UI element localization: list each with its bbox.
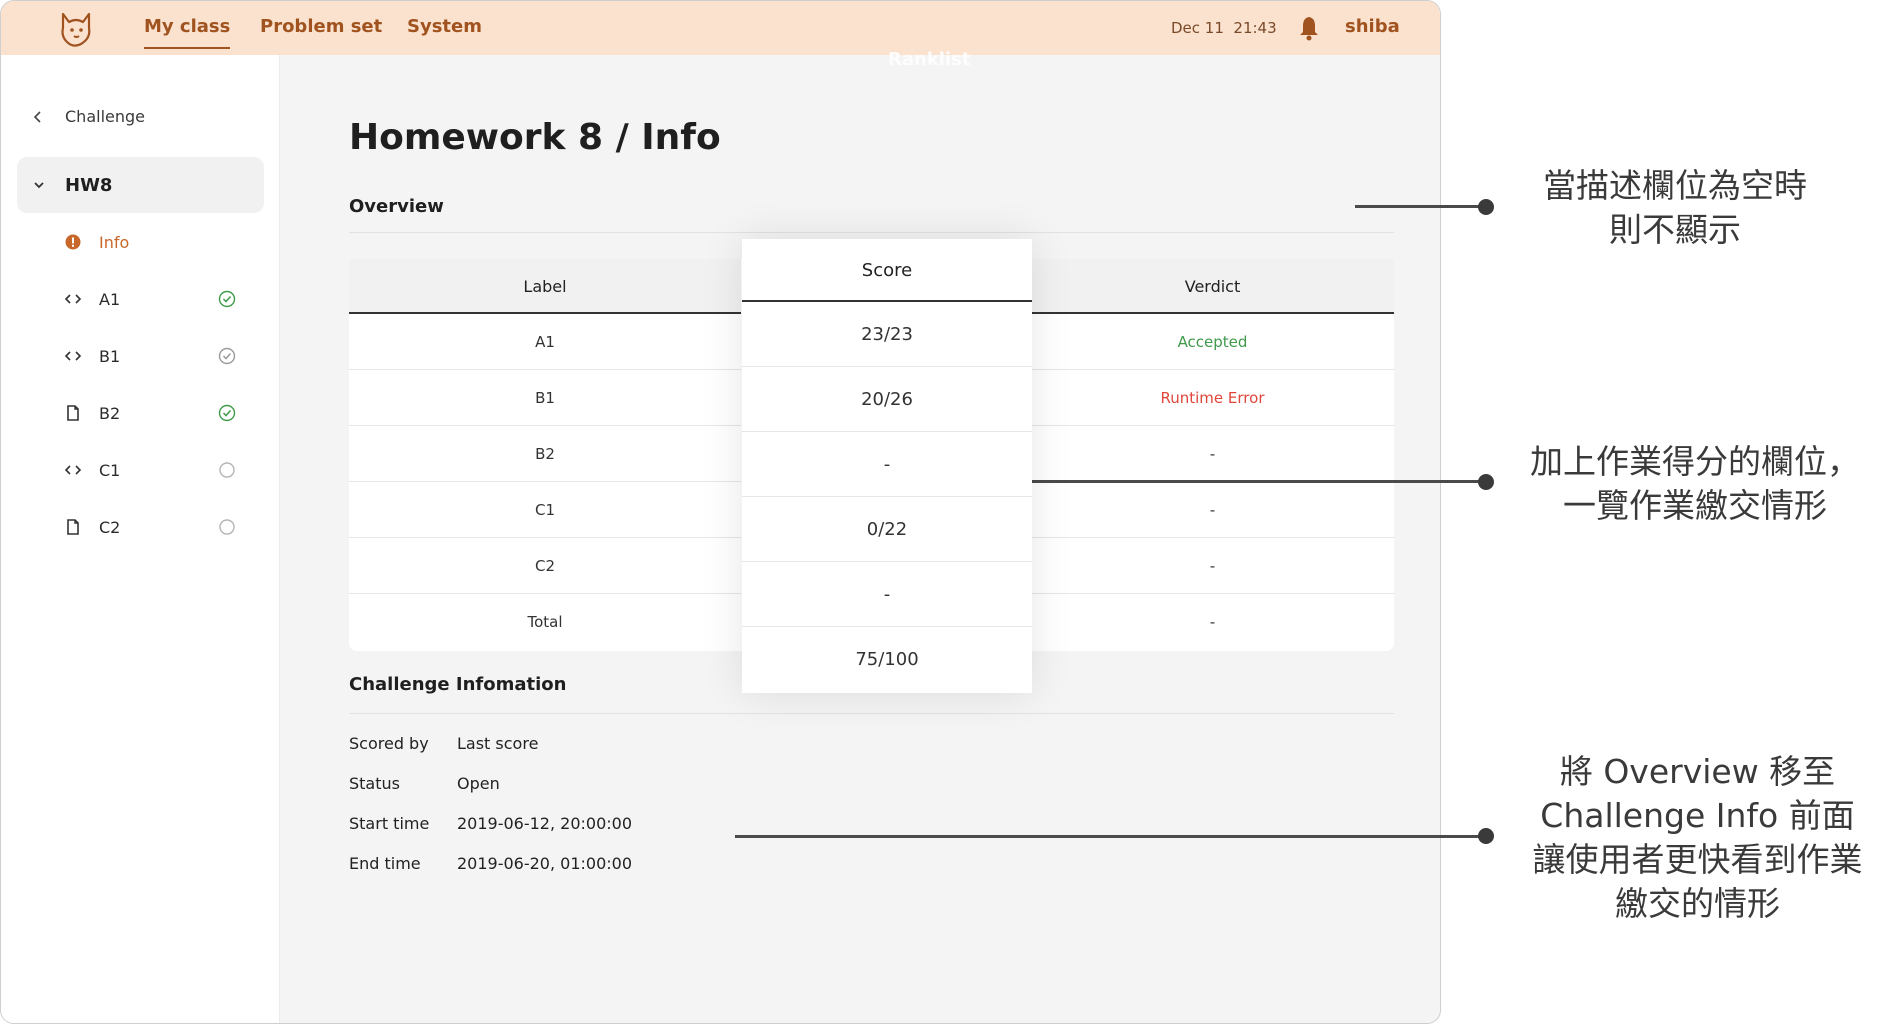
nav-problem-set[interactable]: Problem set <box>260 16 382 37</box>
sidebar-group-label: HW8 <box>65 174 113 196</box>
verdict-runtime-error: Runtime Error <box>1031 370 1394 426</box>
sidebar: Challenge HW8 Info A1 B1 B2 C1 C2 <box>1 55 280 1023</box>
info-key: Status <box>349 774 400 793</box>
annotation-text-1: 當描述欄位為空時 則不顯示 <box>1510 164 1840 252</box>
info-value: Last score <box>457 734 539 753</box>
nav-my-class[interactable]: My class <box>144 16 231 49</box>
info-row-start-time: Start time 2019-06-12, 20:00:00 <box>349 814 632 833</box>
label-column: Label A1 B1 B2 C1 C2 Total <box>349 259 741 650</box>
annotation-line-text: 讓使用者更快看到作業 <box>1532 840 1863 879</box>
bell-icon[interactable] <box>1298 15 1320 41</box>
table-header-score: Score <box>742 239 1032 302</box>
empty-circle-icon <box>219 462 235 478</box>
annotation-line-text: 一覽作業繳交情形 <box>1563 486 1827 525</box>
check-circle-gray-icon <box>218 347 236 365</box>
code-icon <box>63 346 83 366</box>
file-icon <box>63 517 83 537</box>
sidebar-group-hw8[interactable]: HW8 <box>17 157 264 213</box>
sidebar-item-label: C2 <box>99 517 121 537</box>
info-value: 2019-06-20, 01:00:00 <box>457 854 633 873</box>
info-value: Open <box>457 774 500 793</box>
sidebar-item-label: A1 <box>99 289 121 309</box>
info-key: Scored by <box>349 734 429 753</box>
verdict-accepted: Accepted <box>1031 314 1394 370</box>
sidebar-item-b2[interactable]: B2 <box>63 398 243 428</box>
info-key: End time <box>349 854 421 873</box>
username-menu[interactable]: shiba <box>1345 16 1400 37</box>
sidebar-item-label: C1 <box>99 460 121 480</box>
annotation-line-text: 加上作業得分的欄位， <box>1530 442 1860 481</box>
info-key: Start time <box>349 814 430 833</box>
info-value: 2019-06-12, 20:00:00 <box>457 814 633 833</box>
table-cell-verdict: - <box>1031 482 1394 538</box>
check-circle-green-icon <box>218 290 236 308</box>
chevron-left-icon <box>33 110 41 123</box>
table-cell-score: - <box>742 432 1032 497</box>
sidebar-item-b1[interactable]: B1 <box>63 341 243 371</box>
annotation-line <box>1032 480 1485 483</box>
annotation-text-3: 將 Overview 移至 Challenge Info 前面 讓使用者更快看到… <box>1510 750 1885 926</box>
divider <box>349 232 1394 233</box>
annotation-line-text: Challenge Info 前面 <box>1540 796 1855 835</box>
sidebar-item-label: B1 <box>99 346 121 366</box>
table-cell-verdict: - <box>1209 613 1216 631</box>
sidebar-item-a1[interactable]: A1 <box>63 284 243 314</box>
file-icon <box>63 403 83 423</box>
table-header-label: Label <box>349 259 741 314</box>
info-row-end-time: End time 2019-06-20, 01:00:00 <box>349 854 632 873</box>
table-cell-label: C1 <box>349 482 741 538</box>
table-cell-label: C2 <box>349 538 741 594</box>
overview-title: Overview <box>349 196 444 217</box>
annotation-dot <box>1478 828 1494 844</box>
table-cell-score: 23/23 <box>742 302 1032 367</box>
sidebar-item-c1[interactable]: C1 <box>63 455 243 485</box>
annotation-dot <box>1478 199 1494 215</box>
table-cell-label: B1 <box>349 370 741 426</box>
shiba-logo-icon[interactable] <box>55 8 97 50</box>
verdict-column: Verdict Accepted Runtime Error - - - - <box>1031 259 1394 650</box>
table-cell-score: 20/26 <box>742 367 1032 432</box>
current-datetime: Dec 11 21:43 <box>1171 19 1277 37</box>
info-row-status: Status Open <box>349 774 500 793</box>
page-title: Homework 8 / Info <box>349 117 721 158</box>
table-cell-score: 0/22 <box>742 497 1032 562</box>
table-cell-verdict: - <box>1031 426 1394 482</box>
annotation-line <box>735 835 1485 838</box>
code-icon <box>63 289 83 309</box>
challenge-info-title: Challenge Infomation <box>349 674 567 695</box>
annotation-line <box>1355 205 1485 208</box>
annotation-line-text: 將 Overview 移至 <box>1559 752 1836 791</box>
table-cell-label: A1 <box>349 314 741 370</box>
annotation-line-text: 當描述欄位為空時 <box>1543 166 1807 205</box>
info-row-scored-by: Scored by Last score <box>349 734 538 753</box>
info-icon <box>63 232 83 252</box>
sidebar-item-c2[interactable]: C2 <box>63 512 243 542</box>
table-cell-verdict: - <box>1031 538 1394 594</box>
divider <box>349 713 1394 714</box>
table-cell-label: Total <box>527 613 563 631</box>
nav-system[interactable]: System <box>407 16 482 37</box>
annotation-line-text: 繳交的情形 <box>1615 884 1780 923</box>
sidebar-item-info[interactable]: Info <box>63 227 243 257</box>
annotation-line-text: 則不顯示 <box>1609 210 1741 249</box>
score-column-highlight: Score 23/23 20/26 - 0/22 - 75/100 <box>742 239 1032 693</box>
code-icon <box>63 460 83 480</box>
back-link-label: Challenge <box>65 107 145 126</box>
app-window: My class Problem set System Dec 11 21:43… <box>0 0 1441 1024</box>
table-cell-score-total: 75/100 <box>855 649 919 670</box>
check-circle-green-icon <box>218 404 236 422</box>
annotation-dot <box>1478 474 1494 490</box>
table-cell-score: - <box>742 562 1032 627</box>
table-header-verdict: Verdict <box>1031 259 1394 314</box>
sidebar-item-label: B2 <box>99 403 121 423</box>
empty-circle-icon <box>219 519 235 535</box>
chevron-down-icon <box>34 182 44 189</box>
top-nav-bar: My class Problem set System Dec 11 21:43… <box>1 1 1440 55</box>
annotation-text-2: 加上作業得分的欄位， 一覽作業繳交情形 <box>1510 440 1880 528</box>
back-to-challenge-link[interactable]: Challenge <box>33 107 145 126</box>
main-content: Homework 8 / Info Overview Label A1 B1 B… <box>281 55 1440 1023</box>
table-cell-label: B2 <box>349 426 741 482</box>
sidebar-item-label: Info <box>99 232 130 252</box>
